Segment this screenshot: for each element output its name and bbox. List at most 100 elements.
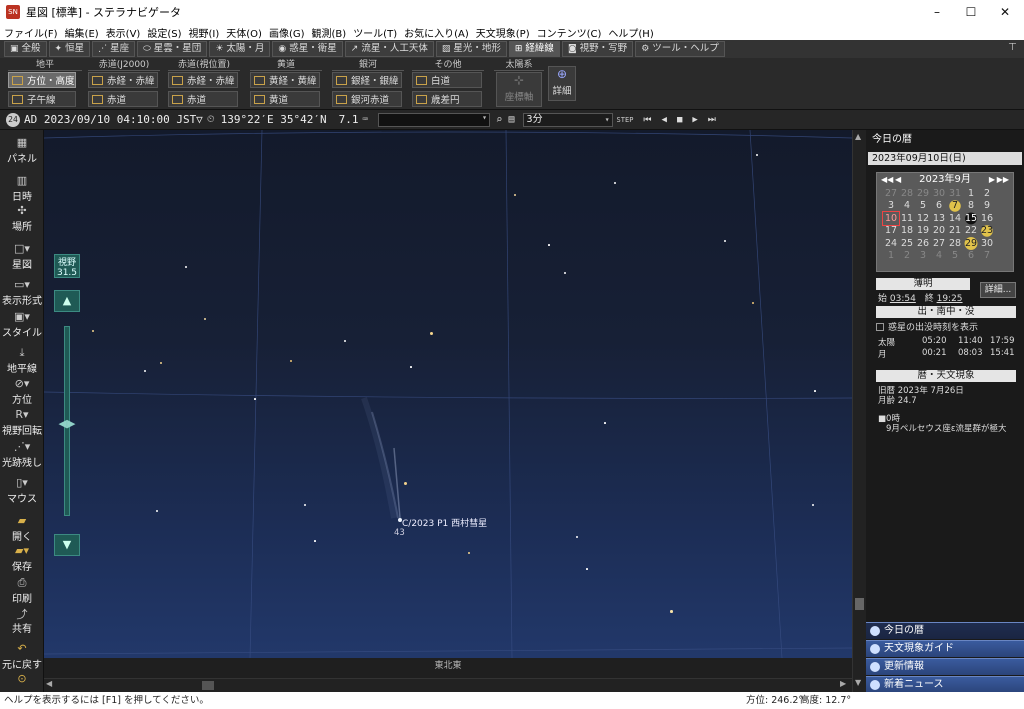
calendar-day[interactable]: 1: [883, 250, 899, 263]
calendar-day[interactable]: 24: [883, 237, 899, 250]
news-button[interactable]: 新着ニュース: [866, 676, 1024, 693]
pin-icon[interactable]: ⊤: [1008, 42, 1017, 53]
search-icon[interactable]: ⌕: [496, 113, 503, 126]
calendar-day[interactable]: 21: [947, 225, 963, 238]
step-back-icon[interactable]: ◀: [662, 115, 677, 125]
ecliptic-grid-button[interactable]: 黄経・黄緯: [250, 72, 320, 88]
lunar-path-button[interactable]: 白道: [412, 72, 482, 88]
keyboard-icon[interactable]: ⌨: [362, 115, 367, 125]
skip-forward-icon[interactable]: ⏭: [708, 115, 726, 125]
phenomena-guide-button[interactable]: 天文現象ガイド: [866, 640, 1024, 657]
scroll-right-icon[interactable]: ▶: [840, 679, 846, 688]
calendar-day[interactable]: 29: [915, 187, 931, 200]
comet-label[interactable]: C/2023 P1 西村彗星: [402, 516, 487, 529]
next-year-icon[interactable]: ▶▶: [997, 173, 1009, 187]
star-chart-button[interactable]: □▾ 星図: [0, 242, 44, 271]
tab-nebulae[interactable]: ⬭ 星雲・星団: [137, 41, 208, 57]
calendar-day[interactable]: 9: [979, 200, 995, 213]
prev-month-icon[interactable]: ◀: [895, 173, 901, 187]
planet-rise-checkbox-row[interactable]: 惑星の出没時刻を表示: [876, 320, 978, 333]
galactic-grid-button[interactable]: 銀経・銀緯: [332, 72, 402, 88]
menu-settings[interactable]: 設定(S): [147, 25, 181, 40]
scroll-thumb[interactable]: [202, 681, 214, 690]
scroll-thumb[interactable]: [855, 598, 864, 610]
save-button[interactable]: ▰▾ 保存: [0, 544, 44, 573]
minimize-button[interactable]: –: [920, 0, 954, 24]
equator-apparent-button[interactable]: 赤道: [168, 91, 238, 107]
calendar-day-moon-phase[interactable]: 7: [947, 199, 963, 212]
step-forward-icon[interactable]: ▶: [692, 115, 707, 125]
star[interactable]: [344, 340, 346, 342]
calendar-day[interactable]: 26: [915, 237, 931, 250]
calendar-day[interactable]: 1: [963, 187, 979, 200]
equator-j2000-button[interactable]: 赤道: [88, 91, 158, 107]
menu-tools[interactable]: ツール(T): [353, 25, 397, 40]
ecliptic-line-button[interactable]: 黄道: [250, 91, 320, 107]
coordinate-axes-button[interactable]: ⊹ 座標軸: [496, 72, 542, 107]
star[interactable]: [304, 504, 306, 506]
calendar-day[interactable]: 6: [931, 200, 947, 213]
calendar-day[interactable]: 27: [883, 187, 899, 200]
star[interactable]: [430, 332, 433, 335]
chevron-down-icon[interactable]: ▾: [482, 113, 487, 122]
twilight-start[interactable]: 03:54: [890, 294, 916, 304]
menu-contents[interactable]: コンテンツ(C): [537, 25, 602, 40]
star[interactable]: [586, 568, 588, 570]
calendar-day[interactable]: 17: [883, 225, 899, 238]
star[interactable]: [756, 154, 758, 156]
tab-general[interactable]: ▣ 全般: [4, 41, 47, 57]
tab-fov[interactable]: ◙ 視野・写野: [561, 41, 634, 57]
calendar-day-moon-phase[interactable]: 23: [979, 224, 995, 237]
star[interactable]: [290, 360, 292, 362]
today-calendar-button[interactable]: 今日の暦: [866, 622, 1024, 639]
vertical-scrollbar[interactable]: ▲ ▼: [852, 130, 866, 692]
timer-icon[interactable]: ⏲: [207, 114, 215, 125]
close-button[interactable]: ✕: [988, 0, 1022, 24]
star[interactable]: [614, 182, 616, 184]
star[interactable]: [564, 272, 566, 274]
calendar-day[interactable]: 5: [915, 200, 931, 213]
star[interactable]: [724, 240, 726, 242]
star[interactable]: [670, 610, 673, 613]
datetime-display[interactable]: AD 2023/09/10 04:10:00 JST▽: [24, 113, 203, 126]
star[interactable]: [576, 536, 578, 538]
menu-image[interactable]: 画像(G): [269, 25, 305, 40]
star[interactable]: [514, 194, 516, 196]
planet-rise-checkbox[interactable]: [876, 323, 884, 331]
style-button[interactable]: ▣▾ スタイル: [0, 310, 44, 339]
tab-landscape[interactable]: ▨ 星光・地形: [435, 41, 507, 57]
calendar-day[interactable]: 2: [899, 250, 915, 263]
calendar-day[interactable]: 28: [947, 237, 963, 250]
star[interactable]: [314, 540, 316, 542]
grid-detail-button[interactable]: ⊕ 詳細: [548, 66, 576, 101]
magnitude-display[interactable]: 7.1: [339, 113, 359, 126]
clock-24-icon[interactable]: 24: [6, 112, 20, 127]
calendar-day[interactable]: 30: [931, 187, 947, 200]
calendar-day-new-moon[interactable]: 15: [963, 212, 979, 225]
menu-favorites[interactable]: お気に入り(A): [404, 25, 469, 40]
calendar-day[interactable]: 2: [979, 187, 995, 200]
calendar-day[interactable]: 6: [963, 250, 979, 263]
calendar-day[interactable]: 30: [979, 237, 995, 250]
star[interactable]: [404, 482, 407, 485]
calendar-day-selected[interactable]: 10: [882, 211, 900, 226]
direction-button[interactable]: ⊘▾ 方位: [0, 377, 44, 406]
calendar-day[interactable]: 22: [963, 225, 979, 238]
star[interactable]: [814, 390, 816, 392]
undo-button[interactable]: ↶ 元に戻す: [0, 642, 44, 671]
sky-chart-view[interactable]: C/2023 P1 西村彗星 43 視野 31.5 ▲ ◀▶ ▼: [44, 130, 852, 658]
star[interactable]: [204, 318, 206, 320]
menu-observe[interactable]: 観測(B): [312, 25, 347, 40]
calendar-day[interactable]: 12: [915, 212, 931, 225]
stop-icon[interactable]: ■: [677, 115, 692, 125]
tab-tools-help[interactable]: ⚙ ツール・ヘルプ: [635, 41, 725, 57]
tab-meteors[interactable]: ↗ 流星・人工天体: [344, 41, 434, 57]
tab-constellations[interactable]: ⋰ 星座: [92, 41, 136, 57]
update-info-button[interactable]: 更新情報: [866, 658, 1024, 675]
calendar-day[interactable]: 28: [899, 187, 915, 200]
calendar-day[interactable]: 20: [931, 225, 947, 238]
star[interactable]: [812, 504, 814, 506]
calendar-day[interactable]: 16: [979, 212, 995, 225]
menu-edit[interactable]: 編集(E): [65, 25, 99, 40]
calendar-day[interactable]: 18: [899, 225, 915, 238]
